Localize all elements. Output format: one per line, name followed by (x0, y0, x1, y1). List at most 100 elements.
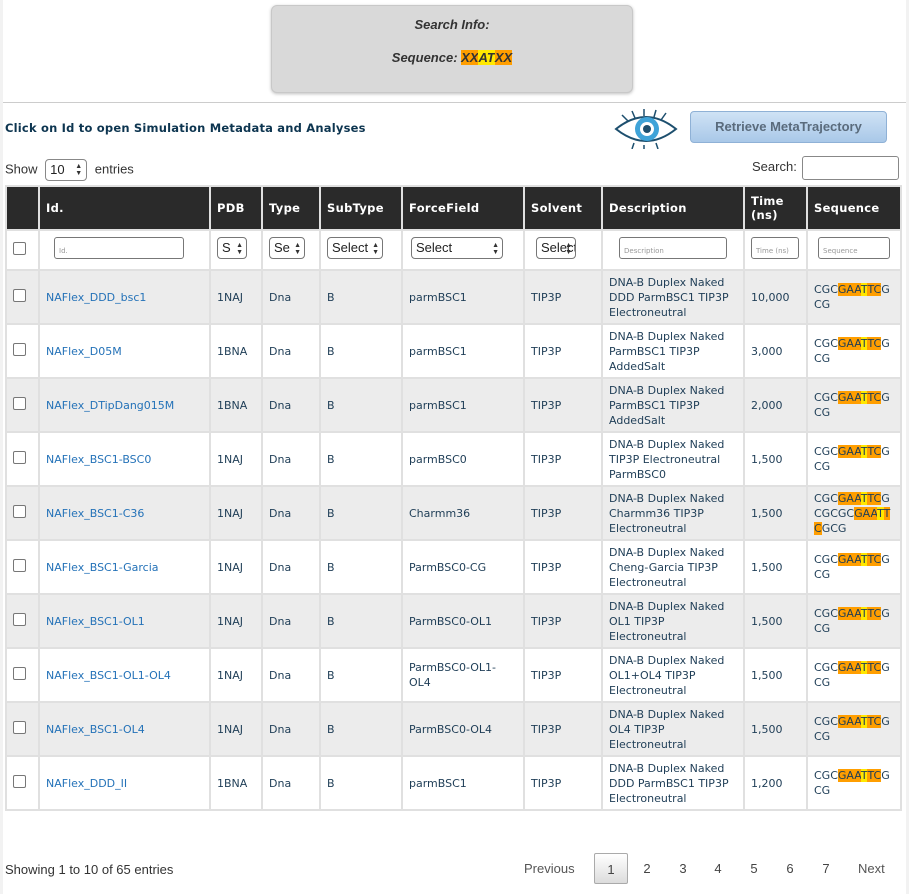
simulation-id-link[interactable]: NAFlex_BSC1-C36 (46, 507, 144, 520)
retrieve-metatrajectory-button[interactable]: Retrieve MetaTrajectory (690, 111, 887, 143)
page-6-button[interactable]: 6 (775, 853, 805, 884)
row-checkbox[interactable] (13, 720, 26, 734)
page-5-button[interactable]: 5 (739, 853, 769, 884)
time-cell: 1,500 (743, 701, 808, 757)
select-arrows-icon: ▲ ▼ (294, 242, 301, 256)
table-row: NAFlex_BSC1-C36 1NAJ Dna B Charmm36 TIP3P DNA-… (5, 485, 902, 541)
sequence-cell: CGCGAATTCGCG (806, 593, 902, 649)
sequence-query-segment: XX (494, 50, 513, 65)
table-row: NAFlex_BSC1-OL4 1NAJ Dna B ParmBSC0-OL4 TIP3P… (5, 701, 902, 757)
page-2-button[interactable]: 2 (632, 853, 662, 884)
solvent-cell: TIP3P (523, 539, 603, 595)
page-7-button[interactable]: 7 (811, 853, 841, 884)
search-input[interactable] (802, 156, 899, 180)
description-cell: DNA-B Duplex Naked DDD ParmBSC1 TIP3P El… (601, 755, 745, 811)
row-checkbox[interactable] (13, 774, 26, 788)
sequence-segment: GAA (837, 337, 861, 350)
row-checkbox[interactable] (13, 558, 26, 572)
row-checkbox[interactable] (13, 504, 26, 518)
page-1-button[interactable]: 1 (594, 853, 628, 884)
subtype-filter-select[interactable]: Select ▲ ▼ (327, 237, 383, 259)
forcefield-cell: parmBSC1 (401, 269, 525, 325)
page-3-button[interactable]: 3 (668, 853, 698, 884)
subtype-cell: B (319, 755, 403, 811)
previous-button[interactable]: Previous (524, 853, 575, 884)
col-pdb[interactable]: PDB (209, 185, 263, 231)
simulation-id-link[interactable]: NAFlex_DTipDang015M (46, 399, 174, 412)
pdb-cell: 1NAJ (209, 539, 263, 595)
description-cell: DNA-B Duplex Naked OL4 TIP3P Electroneut… (601, 701, 745, 757)
next-button[interactable]: Next (858, 853, 885, 884)
forcefield-cell: parmBSC1 (401, 755, 525, 811)
simulation-id-link[interactable]: NAFlex_BSC1-Garcia (46, 561, 159, 574)
search-info-sequence: Sequence: XXATXX (272, 50, 632, 65)
select-arrows-icon: ▲ ▼ (372, 242, 379, 256)
row-checkbox[interactable] (13, 666, 26, 680)
pdb-cell: 1NAJ (209, 485, 263, 541)
col-type[interactable]: Type (261, 185, 321, 231)
id-cell: NAFlex_BSC1-BSC0 (38, 431, 211, 487)
simulation-id-link[interactable]: NAFlex_BSC1-OL4 (46, 723, 145, 736)
subtype-cell: B (319, 323, 403, 379)
simulation-id-link[interactable]: NAFlex_D05M (46, 345, 122, 358)
col-forcefield[interactable]: ForceField (401, 185, 525, 231)
sequence-segment: CGC (814, 661, 838, 674)
description-filter-input[interactable]: Description (619, 237, 727, 259)
id-filter-input[interactable]: Id. (54, 237, 184, 259)
pdb-cell: 1NAJ (209, 701, 263, 757)
sequence-filter-input[interactable]: Sequence (818, 237, 890, 259)
forcefield-filter-select[interactable]: Select ▲ ▼ (411, 237, 503, 259)
col-time[interactable]: Time (ns) (743, 185, 808, 231)
filter-solvent-cell: Select ▲ ▼ (523, 229, 603, 271)
col-sequence[interactable]: Sequence (806, 185, 902, 231)
col-solvent[interactable]: Solvent (523, 185, 603, 231)
sequence-segment: TC (867, 337, 882, 350)
col-subtype[interactable]: SubType (319, 185, 403, 231)
time-cell: 1,500 (743, 431, 808, 487)
row-checkbox[interactable] (13, 396, 26, 410)
sequence-cell: CGCGAATTCGCG (806, 269, 902, 325)
solvent-filter-select[interactable]: Select ▲ ▼ (536, 237, 576, 259)
table-row: NAFlex_DDD_bsc1 1NAJ Dna BparmBSC1 TIP3P DNA-… (5, 269, 902, 325)
description-cell: DNA-B Duplex Naked TIP3P Electroneutral … (601, 431, 745, 487)
row-checkbox[interactable] (13, 342, 26, 356)
row-select-cell (5, 431, 40, 487)
time-cell: 1,500 (743, 593, 808, 649)
select-all-checkbox[interactable] (13, 241, 26, 255)
subtype-cell: B (319, 593, 403, 649)
forcefield-cell: parmBSC0 (401, 431, 525, 487)
type-cell: Dna (261, 647, 321, 703)
simulation-id-link[interactable]: NAFlex_DDD_bsc1 (46, 291, 146, 304)
time-filter-input[interactable]: Time (ns) (751, 237, 799, 259)
simulation-id-link[interactable]: NAFlex_BSC1-OL1 (46, 615, 145, 628)
col-description[interactable]: Description (601, 185, 745, 231)
description-cell: DNA-B Duplex Naked DDD ParmBSC1 TIP3P El… (601, 269, 745, 325)
simulation-id-link[interactable]: NAFlex_DDD_II (46, 777, 127, 790)
sequence-cell: CGCGAATTCGCG (806, 647, 902, 703)
simulation-id-link[interactable]: NAFlex_BSC1-OL1-OL4 (46, 669, 171, 682)
pdb-filter-select[interactable]: S ▲ ▼ (217, 237, 247, 259)
row-checkbox[interactable] (13, 450, 26, 464)
solvent-cell: TIP3P (523, 269, 603, 325)
filter-time-cell: Time (ns) (743, 229, 808, 271)
forcefield-cell: ParmBSC0-CG (401, 539, 525, 595)
sequence-cell: CGCGAATTCGCG (806, 377, 902, 433)
id-cell: NAFlex_DTipDang015M (38, 377, 211, 433)
type-filter-select[interactable]: Se ▲ ▼ (269, 237, 305, 259)
sequence-segment: CGC (814, 445, 838, 458)
sequence-segment: T (877, 506, 884, 520)
subtype-cell: B (319, 647, 403, 703)
simulation-id-link[interactable]: NAFlex_BSC1-BSC0 (46, 453, 151, 466)
pdb-cell: 1BNA (209, 755, 263, 811)
entries-select-value: 10 (50, 162, 65, 177)
row-checkbox[interactable] (13, 612, 26, 626)
col-id[interactable]: Id. (38, 185, 211, 231)
select-arrows-icon: ▲ ▼ (565, 242, 572, 256)
row-checkbox[interactable] (13, 288, 26, 302)
sequence-segment: GAA (854, 506, 878, 520)
id-cell: NAFlex_BSC1-C36 (38, 485, 211, 541)
id-cell: NAFlex_DDD_II (38, 755, 211, 811)
type-cell: Dna (261, 701, 321, 757)
entries-select[interactable]: 10 ▲ ▼ (45, 159, 88, 181)
page-4-button[interactable]: 4 (703, 853, 733, 884)
